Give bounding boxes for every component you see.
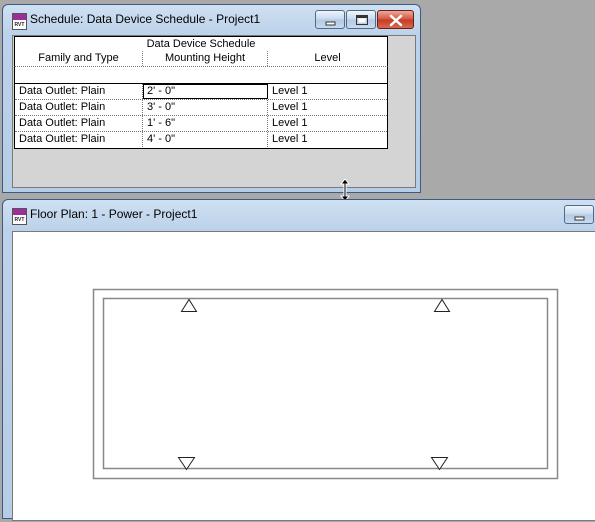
floorplan-canvas[interactable] — [12, 231, 595, 521]
cell-level[interactable]: Level 1 — [268, 132, 387, 147]
schedule-titlebar[interactable]: RVT Schedule: Data Device Schedule - Pro… — [3, 5, 420, 35]
close-button[interactable] — [377, 10, 414, 29]
minimize-icon — [325, 21, 336, 26]
revit-file-icon[interactable]: RVT — [12, 13, 27, 30]
cell-level[interactable]: Level 1 — [268, 100, 387, 115]
schedule-window[interactable]: RVT Schedule: Data Device Schedule - Pro… — [2, 4, 421, 193]
floorplan-titlebar[interactable]: RVT Floor Plan: 1 - Power - Project1 — [3, 200, 595, 230]
data-outlet-triangle-icon[interactable] — [180, 298, 198, 312]
table-row[interactable]: Data Outlet: Plain 4' - 0" Level 1 — [15, 132, 387, 148]
table-row[interactable]: Data Outlet: Plain 3' - 0" Level 1 — [15, 100, 387, 116]
cell-mounting-height[interactable]: 1' - 6" — [143, 116, 268, 131]
schedule-view[interactable]: Data Device Schedule Family and Type Mou… — [12, 35, 416, 188]
floorplan-window[interactable]: RVT Floor Plan: 1 - Power - Project1 — [2, 199, 595, 521]
cell-family-type[interactable]: Data Outlet: Plain — [15, 116, 143, 131]
schedule-table-title[interactable]: Data Device Schedule — [14, 36, 388, 52]
floorplan-window-title: Floor Plan: 1 - Power - Project1 — [30, 207, 198, 221]
cell-level[interactable]: Level 1 — [268, 116, 387, 131]
column-header-mounting-height[interactable]: Mounting Height — [143, 51, 268, 66]
close-icon — [389, 14, 403, 27]
table-row[interactable]: Data Outlet: Plain 1' - 6" Level 1 — [15, 116, 387, 132]
inner-wall[interactable] — [102, 297, 549, 470]
column-header-level[interactable]: Level — [268, 51, 387, 66]
app-icon-text: RVT — [14, 22, 25, 28]
minimize-button[interactable] — [315, 10, 345, 29]
schedule-body: Data Outlet: Plain 2' - 0" Level 1 Data … — [14, 84, 388, 149]
cell-family-type[interactable]: Data Outlet: Plain — [15, 132, 143, 147]
cell-mounting-height[interactable]: 3' - 0" — [143, 100, 268, 115]
revit-file-icon[interactable]: RVT — [12, 208, 27, 225]
data-outlet-triangle-icon[interactable] — [430, 457, 449, 471]
cell-family-type[interactable]: Data Outlet: Plain — [15, 84, 143, 99]
cell-level[interactable]: Level 1 — [268, 84, 387, 99]
data-outlet-triangle-icon[interactable] — [177, 457, 196, 471]
maximize-icon — [356, 15, 368, 25]
schedule-header-row: Family and Type Mounting Height Level — [14, 51, 388, 67]
cell-mounting-height-selected[interactable]: 2' - 0" — [143, 84, 268, 99]
app-icon-text: RVT — [14, 217, 25, 223]
maximize-button[interactable] — [346, 10, 376, 29]
cell-mounting-height[interactable]: 4' - 0" — [143, 132, 268, 147]
table-row[interactable]: Data Outlet: Plain 2' - 0" Level 1 — [15, 84, 387, 100]
minimize-icon — [574, 216, 585, 221]
column-header-family-type[interactable]: Family and Type — [15, 51, 143, 66]
data-outlet-triangle-icon[interactable] — [433, 298, 451, 312]
minimize-button[interactable] — [564, 205, 594, 224]
cell-family-type[interactable]: Data Outlet: Plain — [15, 100, 143, 115]
outer-wall[interactable] — [92, 288, 559, 480]
schedule-window-title: Schedule: Data Device Schedule - Project… — [30, 12, 261, 26]
schedule-spacer-row — [14, 67, 388, 84]
floorplan-drawing — [92, 288, 559, 480]
